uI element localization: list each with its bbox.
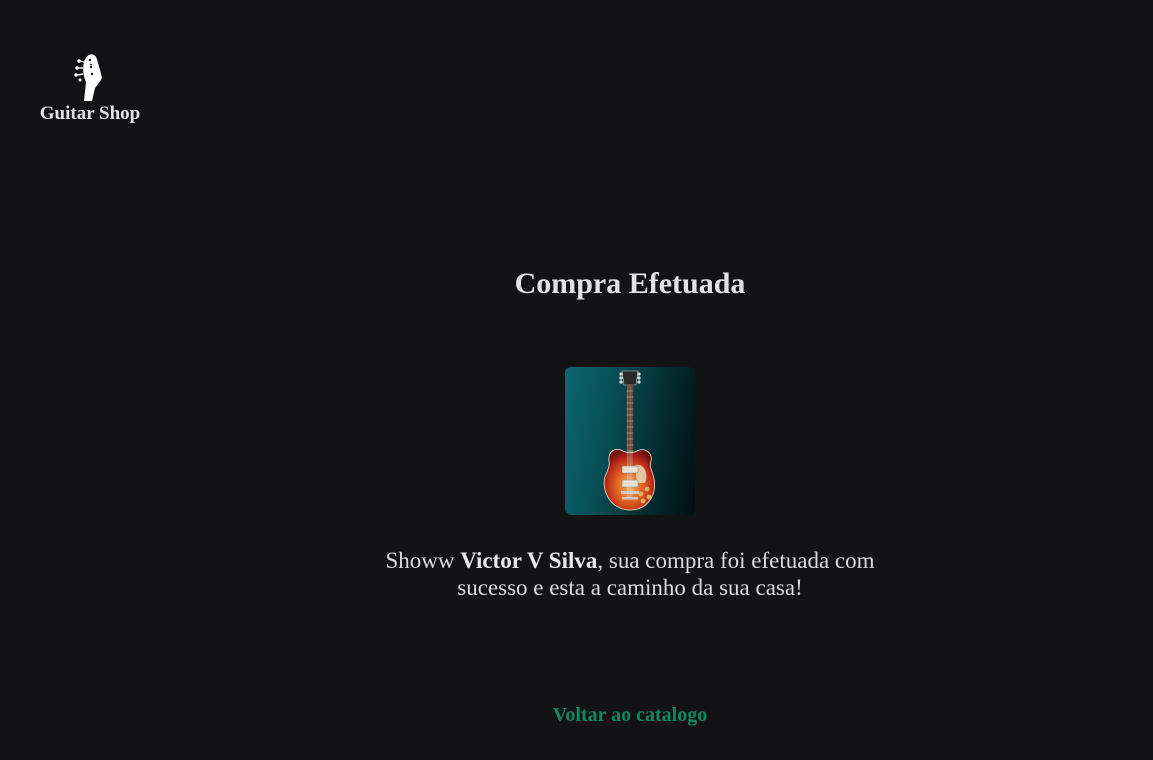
customer-name: Victor V Silva (460, 548, 598, 573)
product-image (565, 367, 695, 515)
brand-name: Guitar Shop (39, 103, 141, 124)
confirmation-section: Compra Efetuada Showw Victor V Silva, su… (330, 0, 930, 727)
electric-guitar-image (603, 370, 656, 511)
greeting-text: Showw (385, 548, 455, 573)
logo-link[interactable]: Guitar Shop (40, 52, 140, 125)
page: Guitar Shop Compra Efetuada Showw Victor… (0, 0, 1153, 760)
guitar-headstock-icon (74, 54, 102, 101)
confirmation-message: Showw Victor V Silva, sua compra foi efe… (365, 547, 895, 601)
back-to-catalog-link[interactable]: Voltar ao catalogo (553, 704, 707, 727)
page-title: Compra Efetuada (514, 267, 746, 300)
